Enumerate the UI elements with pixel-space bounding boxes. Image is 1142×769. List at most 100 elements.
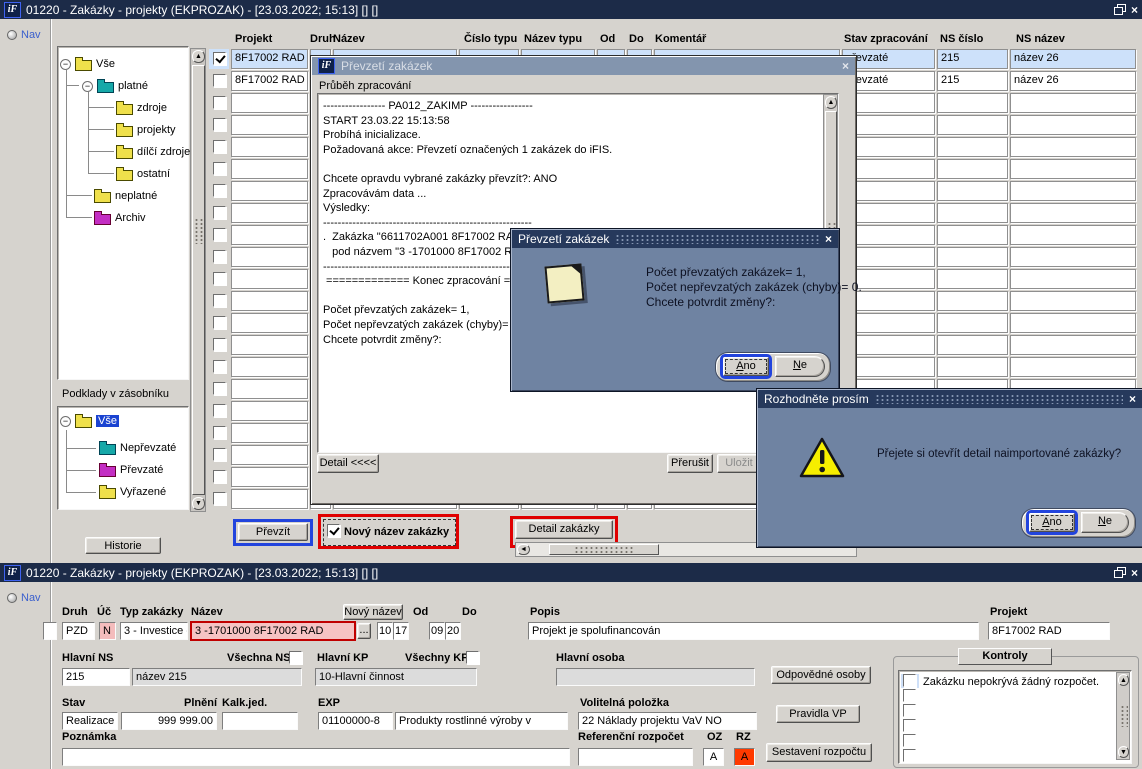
table-cell-projekt[interactable] (231, 313, 308, 333)
od-year-field[interactable]: 17 (393, 622, 409, 640)
table-cell-projekt[interactable] (231, 269, 308, 289)
novy-nazev-checkbox[interactable] (327, 524, 340, 537)
decision-yes-button[interactable]: Ano (1029, 513, 1075, 532)
row-checkbox[interactable] (213, 426, 226, 439)
referencni-rozpocet-field[interactable] (578, 748, 693, 766)
row-checkbox[interactable] (213, 184, 226, 197)
detail-zakazky-button[interactable]: Detail zakázky (515, 520, 613, 539)
table-cell-ns_cislo[interactable]: 215 (937, 71, 1008, 91)
tree-item-stack-vse[interactable]: − Vše (60, 414, 119, 428)
table-cell-projekt[interactable] (231, 423, 308, 443)
tree-item-platne[interactable]: − platné (82, 79, 148, 93)
tree-item-projekty[interactable]: projekty (116, 123, 176, 137)
confirm-yes-button[interactable]: Ano (723, 357, 769, 376)
table-cell-ns_nazev[interactable] (1010, 115, 1136, 135)
od-month-field[interactable]: 10 (377, 622, 393, 640)
close-icon[interactable]: × (825, 232, 832, 246)
pravidla-vp-button[interactable]: Pravidla VP (776, 705, 860, 723)
close-icon[interactable]: × (842, 59, 849, 73)
tree-item-prevzate[interactable]: Převzaté (99, 463, 163, 477)
table-cell-projekt[interactable] (231, 181, 308, 201)
table-cell-projekt[interactable] (231, 445, 308, 465)
row-checkbox[interactable] (213, 470, 226, 483)
table-cell-projekt[interactable] (231, 379, 308, 399)
table-cell-ns_cislo[interactable] (937, 137, 1008, 157)
kontroly-checkbox[interactable] (903, 734, 916, 747)
decision-no-button[interactable]: Ne (1081, 512, 1129, 533)
historie-button[interactable]: Historie (85, 537, 161, 554)
row-checkbox[interactable] (213, 360, 226, 373)
table-cell-projekt[interactable] (231, 335, 308, 355)
typ-zakazky-field[interactable]: 3 - Investice - p (120, 622, 188, 640)
nazev-field[interactable]: 3 -1701000 8F17002 RAD (190, 621, 356, 641)
table-cell-ns_cislo[interactable]: 215 (937, 49, 1008, 69)
table-cell-projekt[interactable] (231, 291, 308, 311)
table-cell-projekt[interactable] (231, 203, 308, 223)
table-cell-ns_nazev[interactable]: název 26 (1010, 71, 1136, 91)
scroll-down-icon[interactable]: ▼ (1118, 746, 1129, 758)
table-cell-ns_nazev[interactable] (1010, 247, 1136, 267)
volitelna-polozka-field[interactable]: 22 Náklady projektu VaV NO (578, 712, 757, 730)
table-vscrollbar[interactable]: ▲ ▼ (190, 48, 206, 512)
plneni-field[interactable]: 999 999.00 (121, 712, 217, 730)
restore-icon[interactable] (1113, 4, 1126, 15)
table-cell-projekt[interactable] (231, 247, 308, 267)
row-checkbox[interactable] (213, 272, 226, 285)
table-cell-ns_nazev[interactable] (1010, 159, 1136, 179)
close-icon[interactable]: × (1129, 392, 1136, 406)
exp-kod-field[interactable]: 01100000-8 (318, 712, 393, 730)
table-cell-projekt[interactable] (231, 225, 308, 245)
do-year-field[interactable]: 20 (445, 622, 461, 640)
scroll-thumb[interactable] (192, 65, 205, 495)
row-checkbox[interactable] (213, 338, 226, 351)
table-cell-ns_nazev[interactable] (1010, 269, 1136, 289)
row-checkbox[interactable] (213, 52, 226, 65)
record-indicator-field[interactable] (43, 622, 57, 640)
popis-field[interactable]: Projekt je spolufinancován (528, 622, 979, 640)
poznamka-field[interactable] (62, 748, 570, 766)
row-checkbox[interactable] (213, 316, 226, 329)
table-cell-ns_cislo[interactable] (937, 115, 1008, 135)
exp-nazev-field[interactable]: Produkty rostlinné výroby v (395, 712, 568, 730)
kontroly-checkbox[interactable] (903, 689, 916, 702)
table-cell-projekt[interactable] (231, 137, 308, 157)
table-cell-ns_nazev[interactable] (1010, 137, 1136, 157)
detail-toggle-button[interactable]: Detail <<<< (317, 454, 379, 473)
table-cell-projekt[interactable] (231, 159, 308, 179)
vsechny-kp-checkbox[interactable] (466, 651, 479, 664)
row-checkbox[interactable] (213, 206, 226, 219)
table-cell-ns_nazev[interactable] (1010, 291, 1136, 311)
close-icon[interactable]: × (1131, 567, 1138, 579)
scroll-up-icon[interactable]: ▲ (825, 96, 837, 109)
save-button[interactable]: Uložit (717, 454, 761, 473)
novy-nazev-label[interactable]: Nový název zakázky (344, 526, 449, 538)
tree-item-zdroje[interactable]: zdroje (116, 101, 167, 115)
decision-dialog-titlebar[interactable]: Rozhodněte prosím × (758, 390, 1142, 408)
uc-field[interactable]: N (99, 622, 116, 640)
scroll-down-icon[interactable]: ▼ (192, 497, 205, 510)
tree-item-vse[interactable]: − Vše (60, 57, 115, 71)
kontroly-checkbox[interactable] (903, 674, 916, 687)
table-cell-ns_nazev[interactable] (1010, 335, 1136, 355)
row-checkbox[interactable] (213, 382, 226, 395)
table-cell-projekt[interactable] (231, 467, 308, 487)
table-cell-projekt[interactable] (231, 357, 308, 377)
row-checkbox[interactable] (213, 250, 226, 263)
kontroly-checkbox[interactable] (903, 704, 916, 717)
table-cell-ns_cislo[interactable] (937, 93, 1008, 113)
table-cell-ns_nazev[interactable] (1010, 181, 1136, 201)
prevzit-button[interactable]: Převzít (238, 523, 308, 541)
table-cell-ns_cislo[interactable] (937, 357, 1008, 377)
table-cell-ns_nazev[interactable] (1010, 203, 1136, 223)
row-checkbox[interactable] (213, 118, 226, 131)
table-cell-ns_cislo[interactable] (937, 225, 1008, 245)
stav-field[interactable]: Realizace (62, 712, 118, 730)
collapse-icon[interactable]: − (60, 415, 71, 427)
tree-item-neprevzate[interactable]: Nepřevzaté (99, 441, 176, 455)
row-checkbox[interactable] (213, 404, 226, 417)
table-cell-ns_nazev[interactable] (1010, 225, 1136, 245)
confirm-dialog-titlebar[interactable]: Převzetí zakázek × (512, 230, 838, 248)
table-cell-ns_nazev[interactable] (1010, 313, 1136, 333)
row-checkbox[interactable] (213, 140, 226, 153)
rz-field[interactable]: A (734, 748, 755, 766)
